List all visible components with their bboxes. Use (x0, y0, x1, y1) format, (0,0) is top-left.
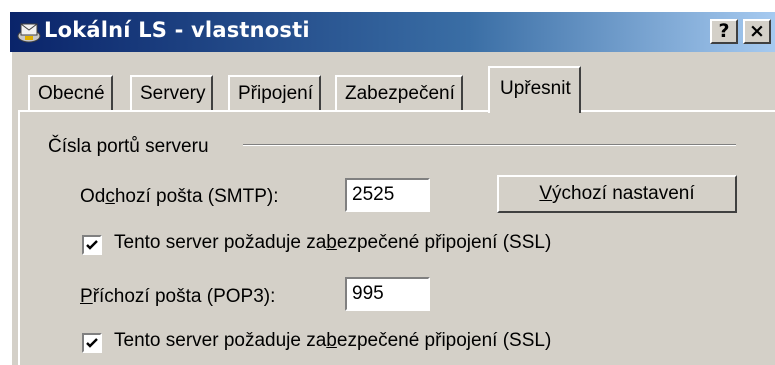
group-title-server-ports: Čísla portů serveru (46, 136, 215, 158)
close-button[interactable]: × (743, 19, 771, 44)
group-divider (243, 144, 736, 146)
pop3-port-input[interactable]: 995 (345, 277, 430, 311)
smtp-ssl-label[interactable]: Tento server požaduje zabezpečené připoj… (114, 232, 551, 254)
pop3-ssl-checkbox[interactable] (82, 333, 102, 353)
title-bar[interactable]: Lokální LS - vlastnosti ? × (10, 12, 775, 52)
tab-label: Zabezpečení (345, 83, 455, 104)
restore-defaults-button[interactable]: Výchozí nastavení (497, 175, 737, 213)
tab-security[interactable]: Zabezpečení (335, 75, 463, 111)
tab-label: Upřesnit (500, 78, 571, 99)
tab-servers[interactable]: Servery (130, 75, 214, 111)
tab-general[interactable]: Obecné (28, 75, 113, 111)
smtp-port-input[interactable]: 2525 (345, 178, 430, 212)
checkmark-icon (86, 338, 98, 348)
checkmark-icon (86, 240, 98, 250)
help-button[interactable]: ? (710, 19, 738, 44)
smtp-ssl-checkbox[interactable] (82, 235, 102, 255)
tab-connection[interactable]: Připojení (228, 75, 321, 111)
tab-label: Servery (140, 83, 206, 104)
pop3-ssl-label[interactable]: Tento server požaduje zabezpečené připoj… (114, 330, 551, 352)
window-title: Lokální LS - vlastnosti (44, 18, 310, 42)
account-icon (16, 20, 42, 44)
smtp-port-label: Odchozí pošta (SMTP): (80, 186, 279, 207)
tab-label: Obecné (38, 83, 105, 104)
pop3-port-label: Příchozí pošta (POP3): (80, 286, 276, 307)
tab-advanced[interactable]: Upřesnit (488, 66, 581, 113)
tab-label: Připojení (238, 83, 313, 104)
properties-window: Lokální LS - vlastnosti ? × Obecné Serve… (0, 0, 775, 365)
